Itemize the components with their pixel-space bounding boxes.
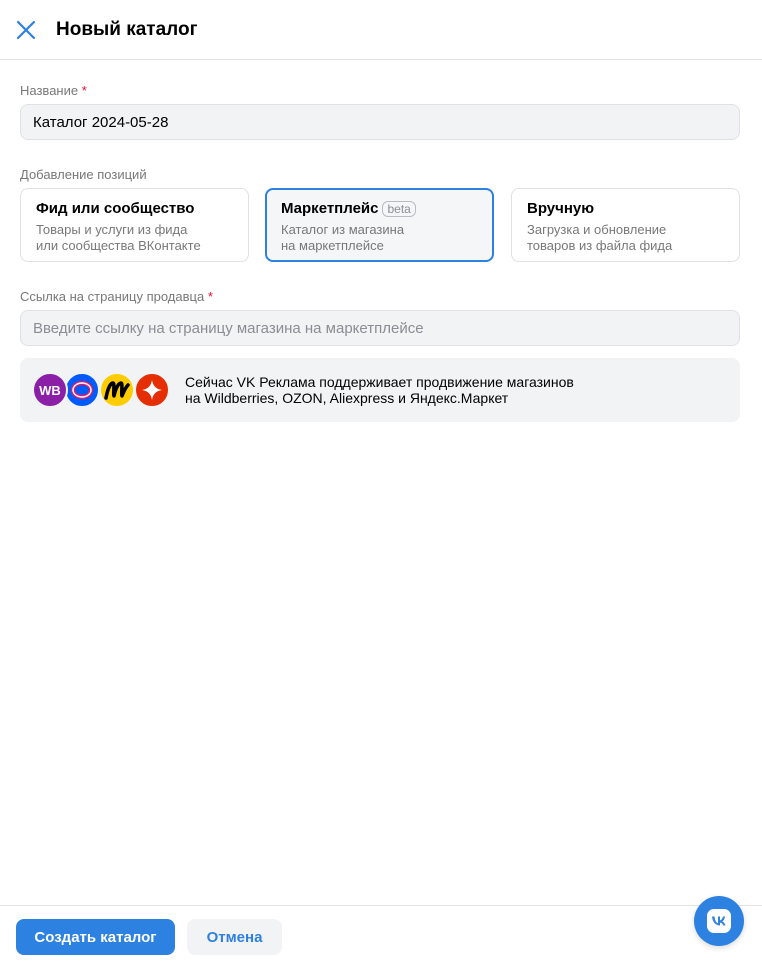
option-marketplace[interactable]: Маркетплейс beta Каталог из магазина на … — [265, 188, 494, 262]
required-mark: * — [207, 289, 213, 304]
option-manual[interactable]: Вручную Загрузка и обновление товаров из… — [511, 188, 740, 262]
option-title: Фид или сообщество — [36, 200, 195, 217]
name-input-value: Каталог 2024-05-28 — [33, 113, 169, 131]
required-mark: * — [81, 83, 87, 98]
marketplaces-info-box: WB Сейчас VK Реклама поддерживает продви… — [20, 358, 740, 422]
wildberries-logo: WB — [32, 372, 68, 408]
vk-logo-icon[interactable] — [694, 896, 744, 946]
header: Новый каталог — [0, 0, 762, 60]
marketplaces-info-text: Сейчас VK Реклама поддерживает продвижен… — [185, 374, 705, 406]
seller-link-input[interactable]: Введите ссылку на страницу магазина на м… — [20, 310, 740, 346]
option-description: Товары и услуги из фида или сообщества В… — [36, 222, 233, 254]
info-line: на Wildberries, OZON, Aliexpress и Яндек… — [185, 390, 509, 406]
name-label: Название * — [20, 83, 87, 99]
marketplace-logos: WB — [32, 372, 172, 408]
aliexpress-logo — [134, 372, 170, 408]
cancel-button[interactable]: Отмена — [187, 919, 282, 955]
name-input[interactable]: Каталог 2024-05-28 — [20, 104, 740, 140]
option-title: Маркетплейс beta — [281, 200, 478, 218]
option-title: Вручную — [527, 200, 595, 217]
seller-link-label: Ссылка на страницу продавца * — [20, 289, 213, 305]
option-title-text: Маркетплейс — [281, 200, 379, 217]
name-label-text: Название — [20, 83, 79, 98]
option-desc-line: или сообщества ВКонтакте — [36, 238, 201, 253]
wildberries-logo-text: WB — [39, 382, 61, 398]
close-icon[interactable] — [14, 18, 38, 42]
info-line: Сейчас VK Реклама поддерживает продвижен… — [185, 374, 574, 390]
option-desc-line: Товары и услуги из фида — [36, 222, 188, 237]
option-desc-line: на маркетплейсе — [281, 238, 384, 253]
create-catalog-button[interactable]: Создать каталог — [16, 919, 175, 955]
seller-link-label-text: Ссылка на страницу продавца — [20, 289, 205, 304]
yandex-market-logo — [99, 372, 135, 408]
add-items-label: Добавление позиций — [20, 167, 147, 182]
option-feed-or-community[interactable]: Фид или сообщество Товары и услуги из фи… — [20, 188, 249, 262]
footer: Создать каталог Отмена — [0, 905, 762, 966]
ozon-logo — [64, 372, 100, 408]
option-desc-line: Загрузка и обновление — [527, 222, 667, 237]
option-desc-line: Каталог из магазина — [281, 222, 405, 237]
page-title: Новый каталог — [56, 19, 198, 40]
option-description: Загрузка и обновление товаров из файла ф… — [527, 222, 724, 254]
seller-link-placeholder: Введите ссылку на страницу магазина на м… — [33, 319, 424, 337]
beta-badge: beta — [382, 201, 416, 217]
option-description: Каталог из магазина на маркетплейсе — [281, 222, 478, 254]
option-desc-line: товаров из файла фида — [527, 238, 673, 253]
